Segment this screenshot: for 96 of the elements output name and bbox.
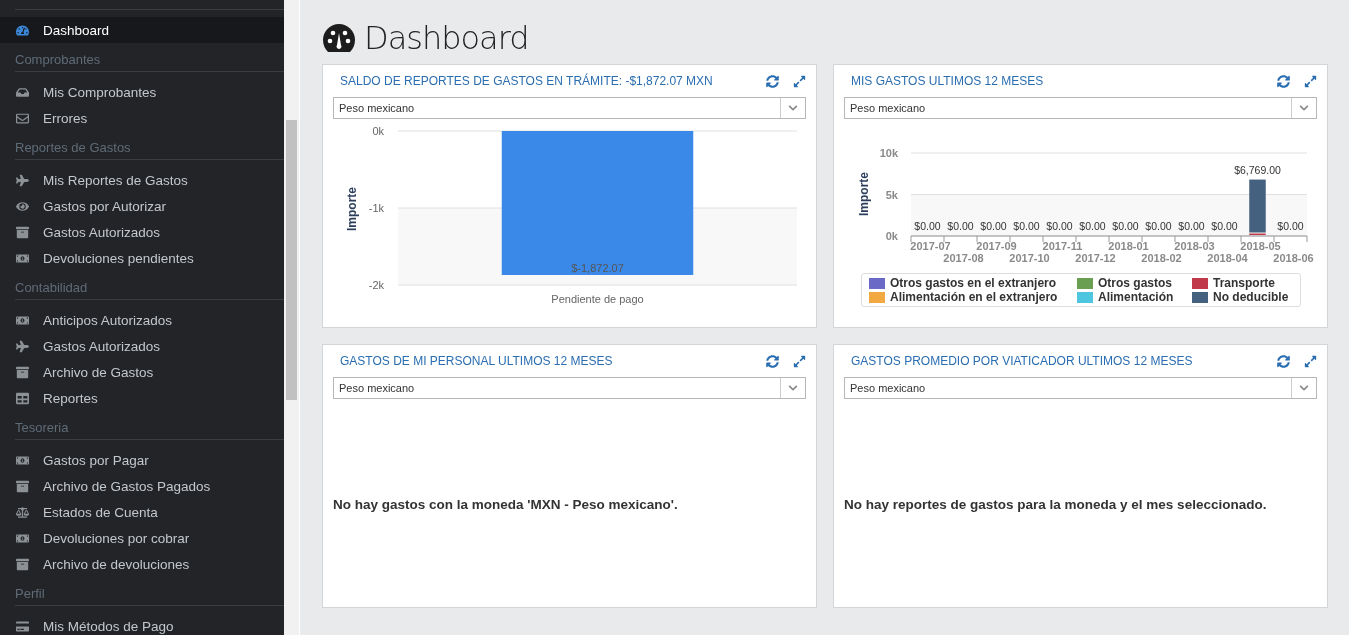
- sidebar-item[interactable]: Archivo de Gastos: [0, 359, 285, 385]
- legend-label: Alimentación en el extranjero: [890, 290, 1058, 304]
- envelope-icon: [15, 111, 29, 125]
- expand-icon[interactable]: [1304, 354, 1317, 368]
- expand-icon[interactable]: [793, 74, 806, 88]
- dashboard-gauge-icon: [15, 23, 29, 37]
- sidebar-item[interactable]: Mis Comprobantes: [0, 79, 285, 105]
- page-title: Dashboard: [364, 19, 529, 57]
- category-label: 2017-10: [1009, 252, 1050, 264]
- refresh-icon[interactable]: [766, 354, 779, 368]
- bar-value-label: $0.00: [947, 220, 974, 232]
- bar-value-label: $0.00: [1211, 220, 1238, 232]
- legend-label: Transporte: [1213, 276, 1275, 290]
- sidebar-item[interactable]: Estados de Cuenta: [0, 499, 285, 525]
- plane-icon: [15, 173, 29, 187]
- category-label: 2018-02: [1141, 252, 1182, 264]
- bar-value-label: $0.00: [1046, 220, 1073, 232]
- category-label: 2018-06: [1273, 252, 1314, 264]
- category-label: 2017-08: [943, 252, 984, 264]
- refresh-icon[interactable]: [766, 74, 779, 88]
- widget-title: GASTOS DE MI PERSONAL ULTIMOS 12 MESES: [340, 354, 614, 368]
- category-label: 2018-05: [1240, 240, 1281, 252]
- plane-icon: [15, 339, 29, 353]
- scrollbar[interactable]: [284, 0, 300, 635]
- bar-value-label: $0.00: [914, 220, 941, 232]
- archive-box-icon: [15, 557, 29, 571]
- bar-value-label: $0.00: [1178, 220, 1205, 232]
- credit-card-icon: [15, 619, 29, 633]
- balance-scale-icon: [15, 505, 29, 519]
- axis-tick-label: 10k: [879, 147, 898, 159]
- currency-select[interactable]: Peso mexicano: [333, 97, 806, 119]
- sidebar-item[interactable]: Gastos por Pagar: [0, 447, 285, 473]
- section-header: Comprobantes: [15, 49, 285, 72]
- sidebar-item[interactable]: Gastos Autorizados: [0, 333, 285, 359]
- inbox-icon: [15, 85, 29, 99]
- sidebar-item[interactable]: Dashboard: [0, 17, 285, 43]
- widget-title: MIS GASTOS ULTIMOS 12 MESES: [851, 74, 1045, 88]
- table-icon: [15, 391, 29, 405]
- sidebar-item[interactable]: Mis Reportes de Gastos: [0, 167, 285, 193]
- axis-tick-label: 5k: [885, 188, 898, 201]
- empty-message: No hay reportes de gastos para la moneda y el mes seleccionado.: [844, 497, 1268, 512]
- legend-label: Alimentación: [1098, 290, 1174, 304]
- axis-title: Importe: [345, 187, 359, 231]
- category-label: 2018-01: [1108, 240, 1149, 252]
- category-label: 2018-04: [1207, 252, 1248, 264]
- axis-tick-label: 0k: [372, 125, 384, 137]
- sidebar-item[interactable]: Gastos Autorizados: [0, 219, 285, 245]
- bar-value-label: $-1,872.07: [571, 262, 624, 274]
- bar-value-label: $6,769.00: [1234, 163, 1281, 176]
- expand-icon[interactable]: [1304, 74, 1317, 88]
- sidebar-item[interactable]: Errores: [0, 105, 285, 131]
- bar-value-label: $0.00: [1277, 220, 1304, 232]
- section-header: Tesoreria: [15, 417, 285, 440]
- refresh-icon[interactable]: [1277, 354, 1290, 368]
- axis-tick-label: -2k: [368, 279, 384, 291]
- sidebar-item[interactable]: Devoluciones pendientes: [0, 245, 285, 271]
- category-label: 2018-03: [1174, 240, 1215, 252]
- archive-box-icon: [15, 479, 29, 493]
- currency-select[interactable]: Peso mexicano: [333, 377, 806, 399]
- section-header: Perfil: [15, 583, 285, 606]
- dashboard-gauge-icon: [322, 23, 356, 53]
- sidebar-item[interactable]: Archivo de devoluciones: [0, 551, 285, 577]
- axis-tick-label: -1k: [368, 202, 384, 214]
- axis-tick-label: 0k: [885, 230, 898, 242]
- axis-title: Importe: [857, 172, 871, 216]
- category-label: 2017-11: [1042, 240, 1083, 252]
- sidebar-item[interactable]: Gastos por Autorizar: [0, 193, 285, 219]
- eye-icon: [15, 199, 29, 213]
- category-label: Pendiente de pago: [551, 293, 644, 305]
- legend-label: Otros gastos en el extranjero: [890, 276, 1057, 290]
- empty-message: No hay gastos con la moneda 'MXN - Peso mexicano'.: [333, 497, 679, 512]
- section-header: Contabilidad: [15, 277, 285, 300]
- legend-label: Otros gastos: [1098, 276, 1172, 290]
- section-header: Reportes de Gastos: [15, 137, 285, 160]
- category-label: 2017-09: [976, 240, 1017, 252]
- widget-title: GASTOS PROMEDIO POR VIATICADOR ULTIMOS 12 MESES: [851, 354, 1194, 368]
- bar-value-label: $0.00: [980, 220, 1007, 232]
- refresh-icon[interactable]: [1277, 74, 1290, 88]
- sidebar-item[interactable]: Reportes: [0, 385, 285, 411]
- category-label: 2017-07: [910, 240, 951, 252]
- expand-icon[interactable]: [793, 354, 806, 368]
- category-label: 2017-12: [1075, 252, 1116, 264]
- currency-select[interactable]: Peso mexicano: [844, 377, 1317, 399]
- sidebar-item[interactable]: Archivo de Gastos Pagados: [0, 473, 285, 499]
- sidebar-item[interactable]: Anticipos Autorizados: [0, 307, 285, 333]
- bar-value-label: $0.00: [1013, 220, 1040, 232]
- sidebar-item[interactable]: Mis Métodos de Pago: [0, 613, 285, 635]
- sidebar-item[interactable]: Devoluciones por cobrar: [0, 525, 285, 551]
- bar-value-label: $0.00: [1112, 220, 1139, 232]
- archive-box-icon: [15, 225, 29, 239]
- bar-value-label: $0.00: [1145, 220, 1172, 232]
- bar-value-label: $0.00: [1079, 220, 1106, 232]
- legend-label: No deducible: [1213, 290, 1289, 304]
- archive-box-icon: [15, 365, 29, 379]
- widget-title: SALDO DE REPORTES DE GASTOS EN TRÁMITE: -$1,872.07 MXN: [340, 74, 714, 88]
- currency-select[interactable]: Peso mexicano: [844, 97, 1317, 119]
